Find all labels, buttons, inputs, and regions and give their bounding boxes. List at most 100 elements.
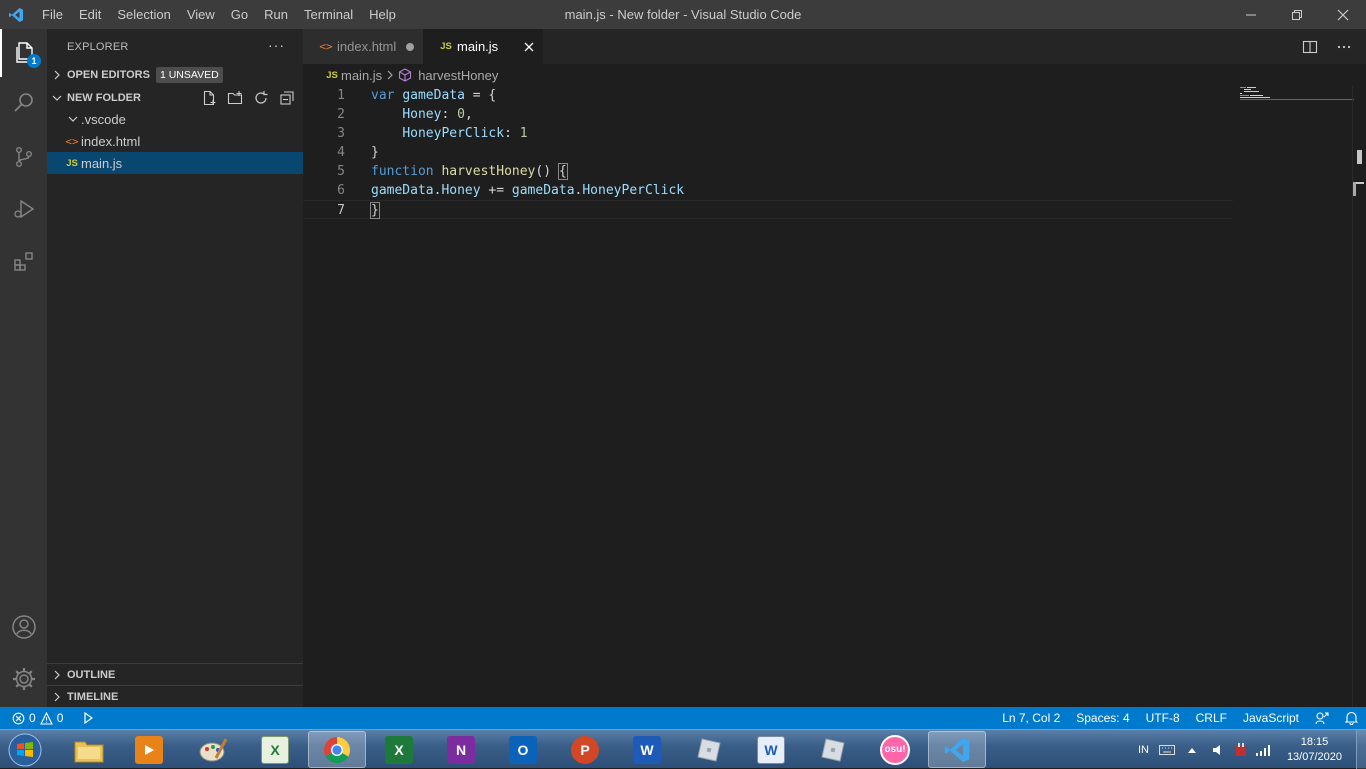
activity-run-debug[interactable] (0, 185, 47, 233)
menu-file[interactable]: File (32, 0, 71, 29)
tree-item-main-js[interactable]: JS main.js (47, 152, 303, 174)
new-file-icon[interactable] (201, 90, 217, 106)
open-editors-header[interactable]: OPEN EDITORS 1 UNSAVED (47, 64, 303, 86)
taskbar-media-player[interactable] (120, 731, 178, 768)
activity-extensions[interactable] (0, 237, 47, 285)
code-editor[interactable]: 1 var gameData = {2 Honey: 0, 3 HoneyPerCl… (303, 86, 1366, 707)
menu-view[interactable]: View (179, 0, 223, 29)
code-token: = { (464, 88, 497, 103)
taskbar-roblox[interactable] (680, 731, 738, 768)
code-line[interactable]: 7} (303, 200, 1233, 219)
unsaved-dot-icon[interactable] (406, 42, 415, 51)
more-actions-icon[interactable] (1336, 39, 1352, 55)
word-icon: W (633, 735, 661, 764)
refresh-icon[interactable] (253, 90, 269, 106)
split-editor-icon[interactable] (1302, 39, 1318, 55)
menu-help[interactable]: Help (361, 0, 404, 29)
run-icon[interactable] (83, 712, 94, 724)
taskbar-word-legacy[interactable]: W (742, 731, 800, 768)
code-text: } (371, 143, 379, 162)
tree-item-index-html[interactable]: <> index.html (47, 130, 303, 152)
line-ending[interactable]: CRLF (1188, 707, 1235, 729)
feedback-button[interactable] (1307, 707, 1337, 729)
vertical-scrollbar[interactable] (1352, 86, 1366, 707)
tree-item-vscode[interactable]: .vscode (47, 108, 303, 130)
power-icon[interactable] (1233, 742, 1249, 758)
cursor-position[interactable]: Ln 7, Col 2 (994, 707, 1068, 729)
volume-icon[interactable] (1211, 743, 1225, 757)
taskbar-excel-legacy[interactable]: X (246, 731, 304, 768)
encoding[interactable]: UTF-8 (1138, 707, 1188, 729)
keyboard-icon[interactable] (1158, 744, 1175, 756)
breadcrumb: JS main.js harvestHoney (303, 64, 1366, 86)
activity-accounts[interactable] (0, 603, 47, 651)
menu-selection[interactable]: Selection (109, 0, 178, 29)
breadcrumb-symbol[interactable]: harvestHoney (418, 68, 498, 83)
chevron-down-icon (47, 93, 67, 103)
code-line[interactable]: 4} (303, 143, 1233, 162)
tab-index-html[interactable]: <> index.html (303, 29, 423, 64)
code-line[interactable]: 2 Honey: 0, (303, 105, 1233, 124)
breadcrumb-file[interactable]: main.js (341, 68, 382, 83)
js-file-icon: JS (440, 41, 452, 52)
tab-main-js[interactable]: JS main.js (423, 29, 543, 64)
taskbar-file-explorer[interactable] (60, 731, 118, 768)
sidebar-more-button[interactable]: ··· (268, 37, 285, 53)
tab-bar: <> index.html JS main.js (303, 29, 1366, 64)
taskbar-vscode[interactable] (928, 731, 986, 768)
taskbar-excel[interactable]: X (370, 731, 428, 768)
code-token: } (371, 145, 379, 160)
network-icon[interactable] (1255, 743, 1273, 757)
system-tray: IN 18:15 13/07/2020 (1138, 730, 1366, 769)
outlook-icon: O (509, 735, 537, 764)
taskbar-clock[interactable]: 18:15 13/07/2020 (1277, 735, 1356, 765)
folder-label: NEW FOLDER (67, 92, 141, 104)
show-desktop-button[interactable] (1356, 730, 1366, 769)
code-token: Honey (441, 183, 481, 198)
activity-search[interactable] (0, 79, 47, 127)
taskbar-outlook[interactable]: O (494, 731, 552, 768)
menu-edit[interactable]: Edit (71, 0, 109, 29)
folder-header[interactable]: NEW FOLDER (47, 87, 303, 109)
activity-manage[interactable] (0, 655, 47, 703)
collapse-all-icon[interactable] (279, 90, 295, 106)
menu-run[interactable]: Run (256, 0, 296, 29)
start-button[interactable] (4, 731, 46, 769)
roblox-icon (697, 737, 721, 762)
show-hidden-icons-icon[interactable] (1187, 746, 1197, 754)
taskbar-powerpoint[interactable]: P (556, 731, 614, 768)
window-controls (1228, 0, 1366, 29)
minimap[interactable] (1240, 86, 1354, 106)
html-file-icon: <> (65, 134, 79, 148)
sidebar-title: EXPLORER (67, 40, 129, 53)
timeline-header[interactable]: TIMELINE (47, 685, 303, 707)
activity-source-control[interactable] (0, 133, 47, 181)
taskbar-paint[interactable] (184, 731, 242, 768)
close-tab-button[interactable] (524, 42, 534, 52)
activity-explorer[interactable]: 1 (0, 29, 47, 77)
outline-header[interactable]: OUTLINE (47, 663, 303, 685)
code-line[interactable]: 3 HoneyPerClick: 1 (303, 124, 1233, 143)
new-folder-icon[interactable] (227, 90, 243, 106)
close-window-button[interactable] (1320, 0, 1366, 29)
code-line[interactable]: 6 gameData.Honey += gameData.HoneyPerClic… (303, 181, 1233, 200)
code-line[interactable]: 1 var gameData = { (303, 86, 1233, 105)
method-symbol-icon (398, 68, 412, 82)
problems-indicator[interactable]: 0 0 (0, 707, 94, 729)
restore-button[interactable] (1274, 0, 1320, 29)
taskbar-chrome[interactable] (308, 731, 366, 768)
menu-go[interactable]: Go (223, 0, 256, 29)
menu-terminal[interactable]: Terminal (296, 0, 361, 29)
indentation[interactable]: Spaces: 4 (1068, 707, 1137, 729)
folder-actions (201, 87, 295, 109)
taskbar-roblox-studio[interactable] (804, 731, 862, 768)
taskbar-onenote[interactable]: N (432, 731, 490, 768)
taskbar-word[interactable]: W (618, 731, 676, 768)
taskbar-osu[interactable]: osu! (866, 731, 924, 768)
minimize-button[interactable] (1228, 0, 1274, 29)
language-mode[interactable]: JavaScript (1235, 707, 1307, 729)
input-language[interactable]: IN (1138, 744, 1149, 756)
code-line[interactable]: 5 function harvestHoney() { (303, 162, 1233, 181)
notifications-button[interactable] (1337, 707, 1366, 729)
code-text: HoneyPerClick: 1 (371, 124, 527, 143)
